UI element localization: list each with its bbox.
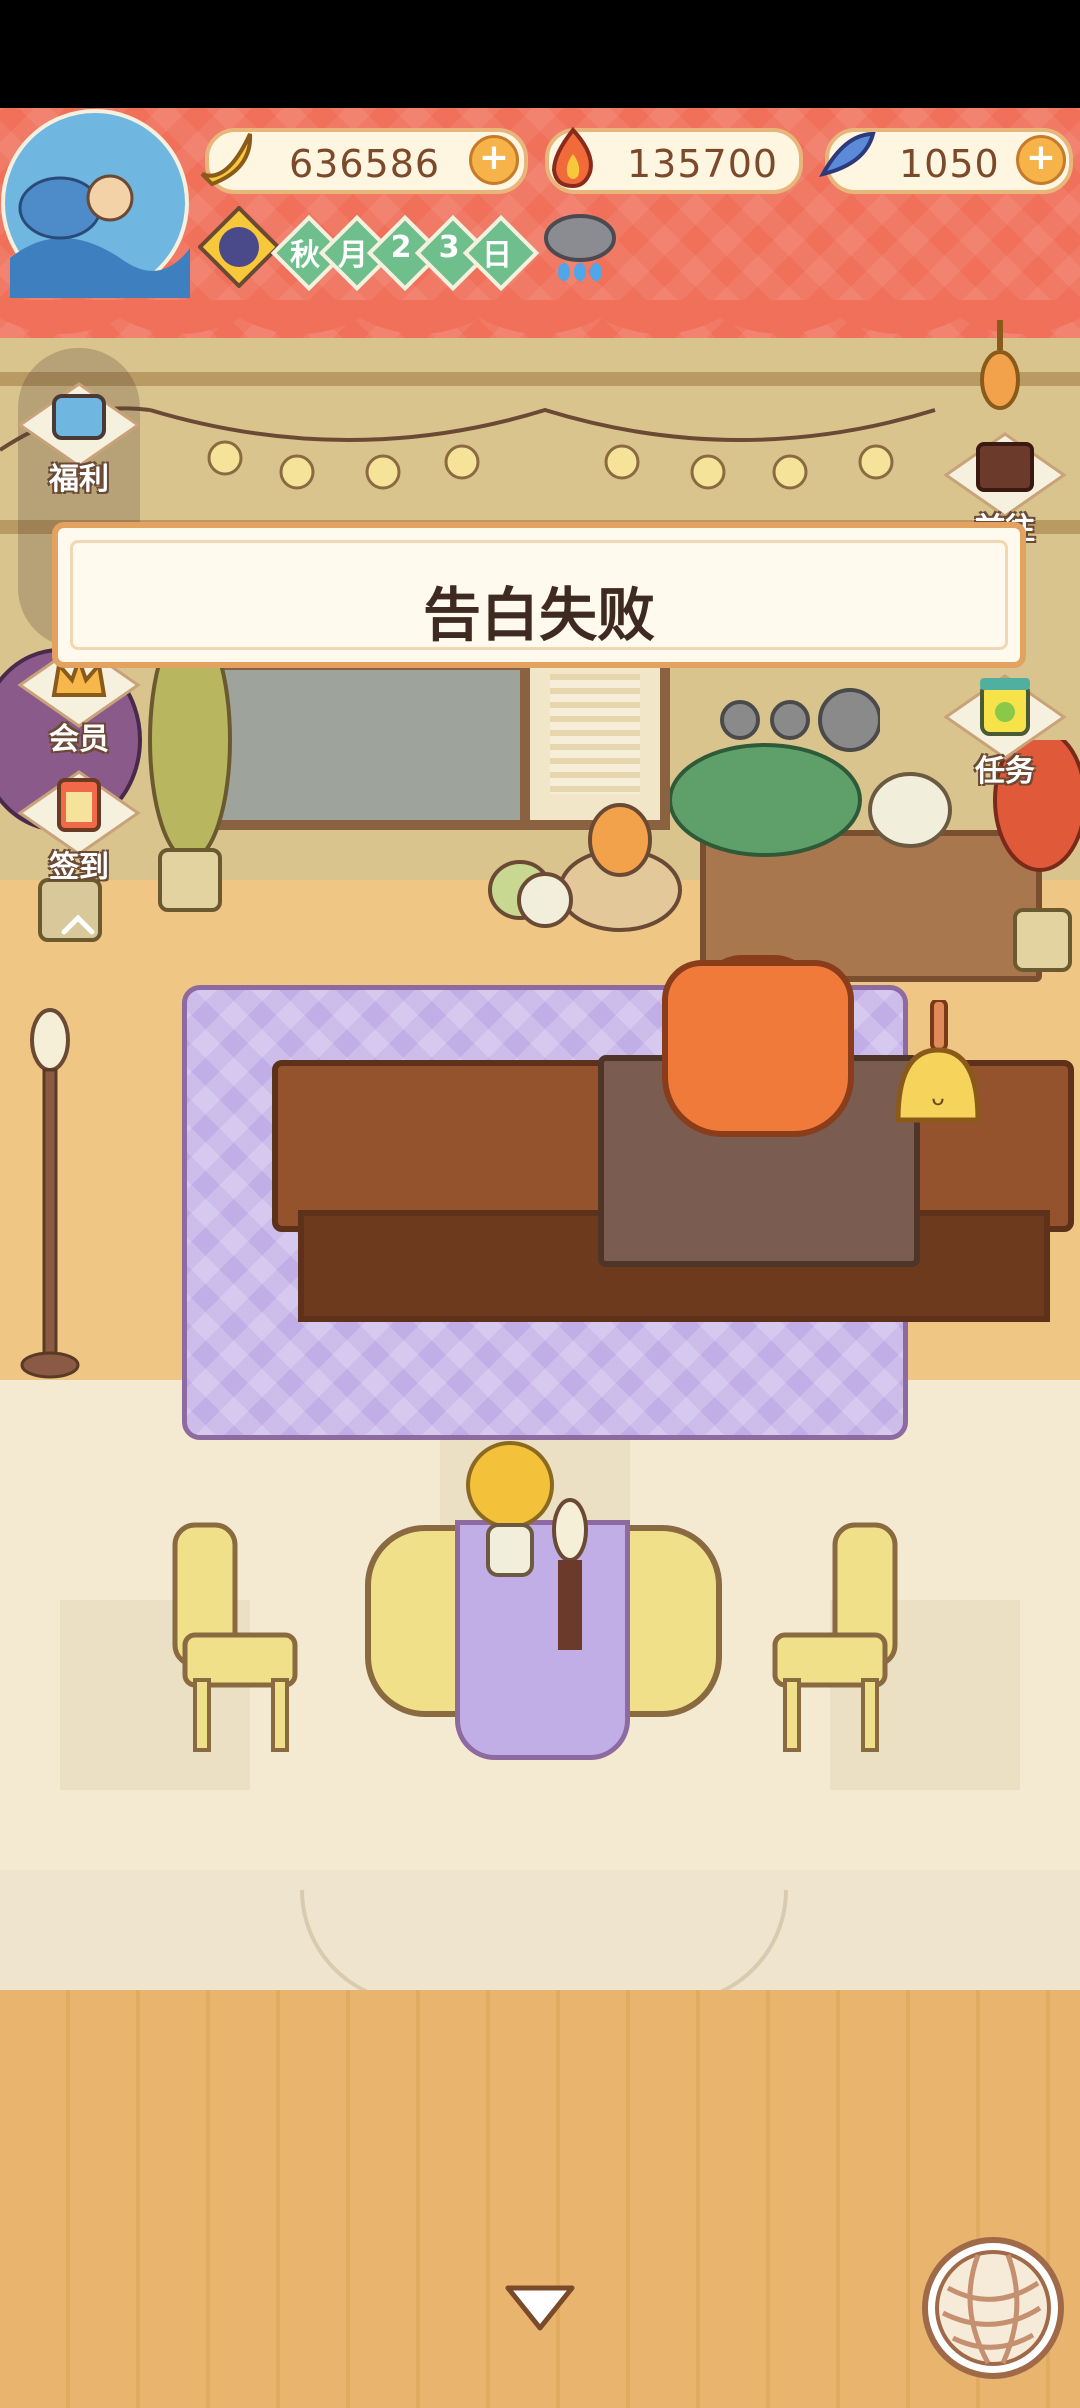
banana-count: 636586 bbox=[289, 142, 441, 186]
fish-count: 1050 bbox=[899, 142, 1000, 186]
chair-left[interactable] bbox=[165, 1515, 305, 1755]
awning-scallop bbox=[0, 300, 1080, 334]
flame-icon bbox=[551, 126, 593, 189]
player-avatar[interactable] bbox=[0, 108, 200, 298]
cooking-pot[interactable] bbox=[662, 960, 854, 1137]
date-display: 秋 月 2 3 日 bbox=[270, 214, 540, 292]
date-day-digit: 2 bbox=[390, 230, 412, 265]
status-bar bbox=[0, 0, 1080, 108]
date-season: 秋 bbox=[290, 238, 320, 273]
chevron-up-icon[interactable] bbox=[58, 910, 98, 940]
yarn-ball-icon bbox=[935, 2250, 1051, 2366]
flame-count: 135700 bbox=[627, 142, 779, 186]
chevron-down-icon[interactable] bbox=[500, 2278, 580, 2338]
vip-label: 会员 bbox=[49, 722, 109, 757]
floor-steps bbox=[0, 1870, 1080, 2004]
svg-text:ᴗ: ᴗ bbox=[931, 1086, 944, 1111]
rain-cloud-icon bbox=[544, 214, 616, 281]
message-popup[interactable]: 告白失败 bbox=[52, 522, 1026, 668]
welfare-button[interactable]: 福利 bbox=[14, 380, 144, 498]
task-label: 任务 bbox=[975, 754, 1035, 789]
checkin-label: 签到 bbox=[49, 850, 109, 885]
welfare-label: 福利 bbox=[49, 462, 109, 497]
hanging-utensils bbox=[720, 688, 880, 752]
string-lights bbox=[0, 406, 936, 490]
add-banana-button[interactable]: + bbox=[469, 135, 519, 185]
date-month-label: 月 bbox=[338, 238, 368, 273]
wood-floor-front bbox=[0, 1990, 1080, 2408]
add-fish-button[interactable]: + bbox=[1016, 135, 1066, 185]
date-day-label: 日 bbox=[482, 238, 512, 273]
flower-vase-and-candle bbox=[466, 1441, 588, 1650]
yarn-ball-button[interactable] bbox=[922, 2237, 1064, 2379]
chair-right[interactable] bbox=[765, 1515, 905, 1755]
banana-icon bbox=[200, 133, 253, 187]
lamp-stand bbox=[20, 1008, 80, 1379]
fish-icon bbox=[819, 131, 876, 177]
popup-message: 告白失败 bbox=[422, 581, 655, 649]
season-clock-icon bbox=[198, 206, 280, 288]
checkin-button[interactable]: 签到 bbox=[14, 768, 144, 886]
date-day-digit: 3 bbox=[438, 230, 460, 265]
bell-icon[interactable]: ᴗ bbox=[888, 1000, 988, 1130]
hanging-charm-icon bbox=[980, 320, 1020, 410]
vegetable-basket bbox=[488, 803, 682, 932]
task-button[interactable]: 任务 bbox=[940, 672, 1070, 790]
